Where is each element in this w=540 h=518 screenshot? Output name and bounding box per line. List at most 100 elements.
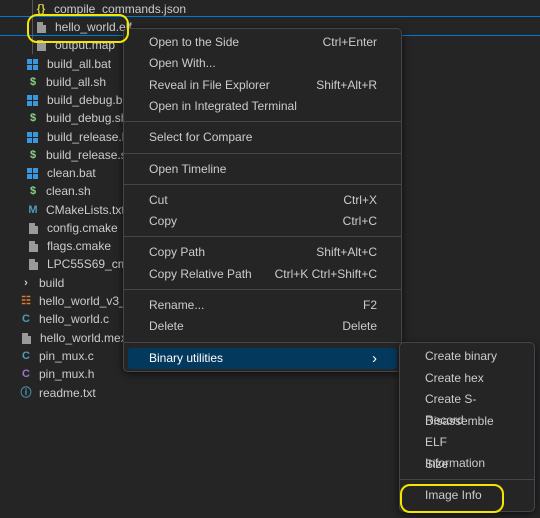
menu-item[interactable]: Copy Path Shift+Alt+C <box>128 242 397 263</box>
menu-item[interactable]: Delete Delete <box>128 316 397 337</box>
cmake-icon: M <box>28 204 38 216</box>
menu-item[interactable]: Copy Ctrl+C <box>128 211 397 232</box>
file-icon <box>29 222 38 234</box>
menu-item-label: Binary utilities <box>149 350 224 365</box>
menu-separator <box>124 183 401 185</box>
dollar-icon: $ <box>29 185 37 197</box>
menu-item-label: Disassemble <box>425 413 494 428</box>
menu-item[interactable]: Open With... <box>128 53 397 74</box>
menu-item[interactable]: Rename... F2 <box>128 295 397 316</box>
tree-item[interactable]: Cpin_mux.c <box>19 347 94 365</box>
tree-item[interactable]: build_release.bat <box>26 128 138 146</box>
menu-separator <box>400 479 534 480</box>
keybinding: Shift+Alt+C <box>316 245 377 260</box>
menu-item-label: Select for Compare <box>149 130 253 145</box>
c-icon: C <box>22 350 30 362</box>
tree-item[interactable]: hello_world.mex <box>19 329 127 347</box>
tree-item-label: config.cmake <box>47 221 118 235</box>
tree-item[interactable]: Cpin_mux.h <box>19 365 94 383</box>
file-icon <box>29 240 38 252</box>
c-icon: C <box>22 313 30 325</box>
tree-item-label: build_all.bat <box>47 57 112 71</box>
menu-item[interactable]: Copy Relative Path Ctrl+K Ctrl+Shift+C <box>128 264 397 285</box>
menu-item-label: Copy Path <box>149 245 206 260</box>
rss-icon: ☷ <box>21 295 31 307</box>
menu-item-label: Copy <box>149 214 178 229</box>
tree-item-label: build_all.sh <box>46 75 107 89</box>
menu-item[interactable]: Disassemble <box>404 411 530 432</box>
dollar-icon: $ <box>29 76 37 88</box>
info-icon: ⓘ <box>20 387 32 399</box>
menu-separator <box>124 236 401 238</box>
menu-separator <box>124 121 401 123</box>
tree-item-label: clean.sh <box>46 184 91 198</box>
menu-item-label: Delete <box>149 319 184 334</box>
menu-item[interactable]: Open Timeline <box>128 159 397 180</box>
menu-item[interactable]: Create hex <box>404 368 530 389</box>
tree-item[interactable]: $ build_release.sh <box>26 146 133 164</box>
chevron-right-icon: › <box>372 349 377 367</box>
tree-item[interactable]: ☷ hello_world_v3_10 <box>19 292 139 310</box>
tree-item-label: readme.txt <box>39 386 96 400</box>
menu-item[interactable]: ELF Information <box>404 432 530 470</box>
highlight-circle-elf <box>27 14 129 43</box>
menu-item[interactable]: Select for Compare <box>128 127 397 148</box>
tree-item-label: clean.bat <box>47 166 96 180</box>
menu-item-label: Create binary <box>425 349 498 363</box>
keybinding: F2 <box>362 298 377 312</box>
file-icon <box>29 258 38 270</box>
menu-item[interactable]: Open in Integrated Terminal <box>128 96 397 117</box>
tree-item-label: build_debug.bat <box>47 93 133 107</box>
keybinding: Ctrl+Enter <box>322 35 377 49</box>
tree-item[interactable]: build_debug.bat <box>26 91 132 109</box>
highlight-circle-image-info <box>400 484 504 513</box>
keybinding: Ctrl+C <box>342 214 377 229</box>
tree-item-label: build_release.sh <box>46 148 134 162</box>
tree-item[interactable]: $ build_all.sh <box>26 73 106 91</box>
tree-item-label: flags.cmake <box>47 239 112 253</box>
dollar-icon: $ <box>29 112 37 124</box>
tree-item[interactable]: Chello_world.c <box>19 310 109 328</box>
menu-item-label: Size <box>425 456 449 471</box>
tree-item[interactable]: M CMakeLists.txt <box>26 201 125 219</box>
tree-item-label: hello_world.c <box>39 312 110 326</box>
tree-item-label: CMakeLists.txt <box>46 203 125 217</box>
menu-item[interactable]: Create S-Record <box>404 389 530 427</box>
tree-item[interactable]: $ clean.sh <box>26 182 91 200</box>
menu-item[interactable]: Reveal in File Explorer Shift+Alt+R <box>128 75 397 96</box>
menu-item[interactable]: Binary utilities › <box>128 347 397 369</box>
menu-item-label: Open Timeline <box>149 161 227 176</box>
tree-item-label: build <box>39 276 65 290</box>
tree-item[interactable]: $ build_debug.sh <box>26 109 127 127</box>
tree-item[interactable]: clean.bat <box>26 164 96 182</box>
menu-separator <box>124 152 401 154</box>
tree-item[interactable]: build_all.bat <box>26 55 111 73</box>
windows-icon <box>27 94 38 106</box>
tree-item-label: pin_mux.c <box>39 349 94 363</box>
tree-item[interactable]: config.cmake <box>26 219 118 237</box>
windows-icon <box>27 167 38 179</box>
keybinding: Ctrl+K Ctrl+Shift+C <box>274 266 377 281</box>
menu-item[interactable]: Open to the Side Ctrl+Enter <box>128 32 397 53</box>
menu-item-label: Create hex <box>425 370 484 385</box>
menu-item-label: Open to the Side <box>149 35 240 49</box>
menu-item-label: Create S-Record <box>425 392 477 427</box>
menu-separator <box>124 289 401 290</box>
tree-item[interactable]: ⓘ readme.txt <box>19 384 96 402</box>
menu-item[interactable]: Create binary <box>404 346 530 367</box>
keybinding: Shift+Alt+R <box>316 77 377 92</box>
menu-item-label: Open in Integrated Terminal <box>149 98 297 113</box>
menu-item-label: Open With... <box>149 56 216 71</box>
menu-item[interactable]: Cut Ctrl+X <box>128 190 397 211</box>
tree-item-label: hello_world.mex <box>40 331 127 345</box>
menu-item[interactable]: Size <box>404 454 530 475</box>
windows-icon <box>27 58 38 70</box>
keybinding: Ctrl+X <box>343 192 377 207</box>
tree-item[interactable]: › build <box>19 274 64 292</box>
menu-item-label: ELF Information <box>425 435 486 470</box>
tree-item[interactable]: flags.cmake <box>26 237 111 255</box>
tree-item-label: build_debug.sh <box>46 111 128 125</box>
windows-icon <box>27 131 38 143</box>
tree-item-label: pin_mux.h <box>39 367 95 381</box>
menu-item-label: Cut <box>149 192 168 207</box>
